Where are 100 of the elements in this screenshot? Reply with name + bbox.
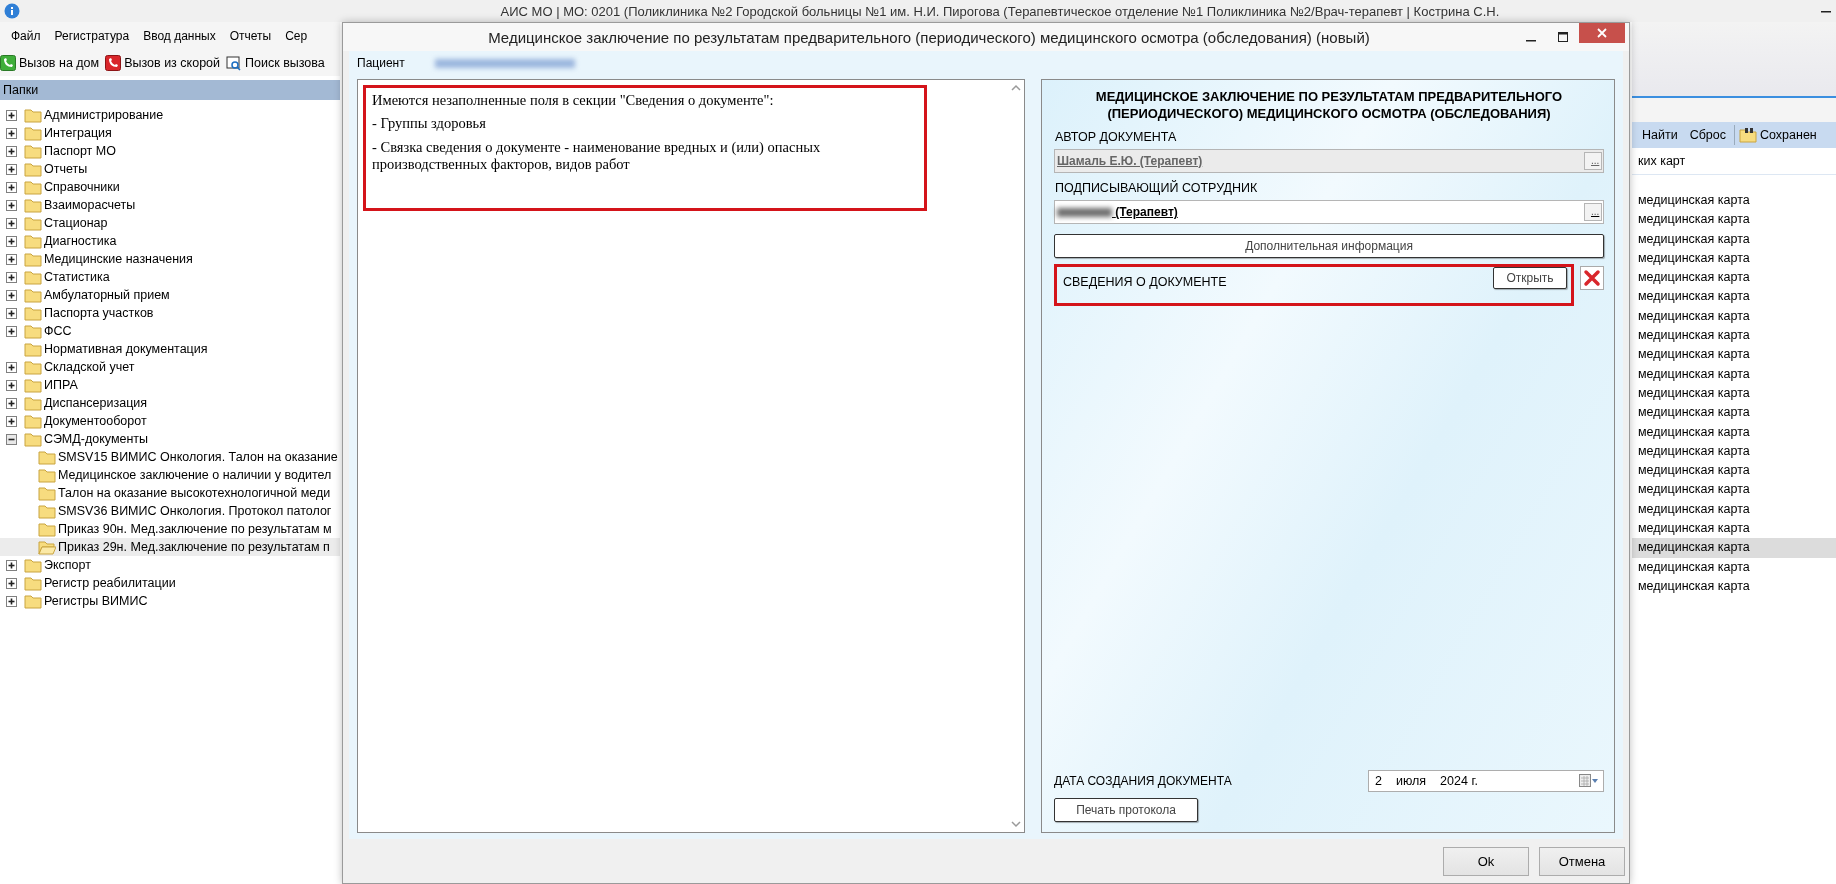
list-row[interactable]: медицинская карта	[1632, 268, 1836, 288]
dialog-button[interactable]: Ok	[1443, 846, 1529, 876]
expand-icon[interactable]	[6, 181, 17, 193]
list-row[interactable]: медицинская карта	[1632, 519, 1836, 539]
list-row[interactable]: медицинская карта	[1632, 441, 1836, 462]
scroll-up-icon[interactable]	[1011, 84, 1021, 91]
maximize-icon[interactable]	[1558, 32, 1568, 42]
tree-item[interactable]: Приказ 29н. Мед.заключение по результатам п	[0, 538, 340, 556]
tree-item[interactable]: Складской учет	[0, 358, 340, 376]
menu-item[interactable]: Регистратура	[47, 29, 137, 43]
list-row[interactable]: медицинская карта	[1632, 461, 1836, 481]
tree-item[interactable]: ФСС	[0, 322, 340, 340]
list-row[interactable]: медицинская карта	[1632, 480, 1836, 500]
menu-item[interactable]: Сер	[278, 29, 315, 43]
list-row[interactable]: медицинская карта	[1632, 210, 1836, 230]
calendar-dropdown-icon[interactable]	[1579, 774, 1599, 788]
toolbar-button[interactable]: Сохранен	[1739, 127, 1817, 143]
list-row[interactable]: медицинская карта	[1632, 383, 1836, 404]
toolbar-button[interactable]: Найти	[1638, 128, 1682, 142]
list-row[interactable]: медицинская карта	[1632, 403, 1836, 423]
list-row[interactable]: медицинская карта	[1632, 422, 1836, 442]
print-button[interactable]: Печать протокола	[1054, 798, 1198, 822]
toolbar-button[interactable]: Вызов на дом	[0, 55, 100, 71]
tree-item[interactable]: Медицинские назначения	[0, 250, 340, 268]
tree-item[interactable]: Отчеты	[0, 160, 340, 178]
expand-icon[interactable]	[6, 127, 17, 139]
date-field[interactable]: 2 июля 2024 г.	[1368, 770, 1604, 792]
expand-icon[interactable]	[6, 559, 17, 571]
tree-item[interactable]: Регистр реабилитации	[0, 574, 340, 592]
tree-item[interactable]: SMSV36 ВИМИС Онкология. Протокол патолог	[0, 502, 340, 520]
toolbar-button[interactable]: Поиск вызова	[226, 55, 325, 71]
tree-item[interactable]: Диспансеризация	[0, 394, 340, 412]
expand-icon[interactable]	[6, 109, 17, 121]
tree-item[interactable]: Диагностика	[0, 232, 340, 250]
list-row[interactable]: медицинская карта	[1632, 499, 1836, 520]
list-row[interactable]: медицинская карта	[1632, 364, 1836, 384]
list-row[interactable]: медицинская карта	[1632, 229, 1836, 249]
expand-icon[interactable]	[6, 577, 17, 589]
tree-item[interactable]: Медицинское заключение о наличии у водител	[0, 466, 340, 484]
tree-item[interactable]: Взаиморасчеты	[0, 196, 340, 214]
tree-item[interactable]: ИПРА	[0, 376, 340, 394]
tree-item[interactable]: Паспорта участков	[0, 304, 340, 322]
expand-icon[interactable]	[6, 253, 17, 265]
dialog-title: Медицинское заключение по результатам предварительного (периодического) медицинского осмотра (обследования) (новый)	[487, 28, 1371, 46]
expand-icon[interactable]	[6, 595, 17, 607]
list-row[interactable]: медицинская карта	[1632, 287, 1836, 307]
employee-field[interactable]: (Терапевт) ...	[1054, 200, 1604, 224]
list-row[interactable]: медицинская карта	[1632, 345, 1836, 365]
menu-item[interactable]: Файл	[4, 29, 48, 43]
tree-item[interactable]: SMSV15 ВИМИС Онкология. Талон на оказание	[0, 448, 340, 466]
list-row[interactable]: медицинская карта	[1632, 326, 1836, 346]
open-button[interactable]: Открыть	[1493, 267, 1567, 289]
tree-item[interactable]: Регистры ВИМИС	[0, 592, 340, 610]
list-row[interactable]: медицинская карта	[1632, 248, 1836, 269]
tree-item[interactable]: Приказ 90н. Мед.заключение по результатам м	[0, 520, 340, 538]
tree-item[interactable]: Паспорт МО	[0, 142, 340, 160]
toolbar-button[interactable]: Вызов из скорой	[105, 55, 221, 71]
expand-icon[interactable]	[6, 235, 17, 247]
collapse-icon[interactable]	[6, 433, 17, 445]
list-row[interactable]: медицинская карта	[1632, 576, 1836, 597]
close-button[interactable]	[1579, 23, 1625, 43]
expand-icon[interactable]	[6, 361, 17, 373]
tree-item[interactable]: Статистика	[0, 268, 340, 286]
tree-item[interactable]: Амбулаторный прием	[0, 286, 340, 304]
list-row[interactable]: медицинская карта	[1632, 557, 1836, 577]
scroll-down-icon[interactable]	[1011, 821, 1021, 828]
expand-icon[interactable]	[6, 325, 17, 337]
info-icon	[4, 3, 20, 19]
tree-item[interactable]: Администрирование	[0, 106, 340, 124]
expand-icon[interactable]	[6, 145, 17, 157]
menu-item[interactable]: Ввод данных	[136, 29, 223, 43]
expand-icon[interactable]	[6, 307, 17, 319]
expand-icon[interactable]	[6, 199, 17, 211]
expand-icon[interactable]	[6, 271, 17, 283]
tree-item[interactable]: Нормативная документация	[0, 340, 340, 358]
tree-item[interactable]: Талон на оказание высокотехнологичной меди	[0, 484, 340, 502]
menu-item[interactable]: Отчеты	[222, 29, 279, 43]
tree-item[interactable]: Интеграция	[0, 124, 340, 142]
expand-icon[interactable]	[6, 415, 17, 427]
tree-item[interactable]: Документооборот	[0, 412, 340, 430]
info-button[interactable]: Дополнительная информация	[1054, 234, 1604, 258]
expand-icon[interactable]	[6, 217, 17, 229]
expand-icon[interactable]	[6, 163, 17, 175]
date-year: 2024 г.	[1440, 774, 1478, 788]
field-label: Пациент	[357, 56, 405, 70]
tree-item[interactable]: Стационар	[0, 214, 340, 232]
tree-item[interactable]: СЭМД-документы	[0, 430, 340, 448]
dialog-button[interactable]: Отмена	[1539, 846, 1625, 876]
search-icon	[226, 55, 243, 71]
expand-icon[interactable]	[6, 397, 17, 409]
delete-icon[interactable]	[1580, 266, 1604, 290]
expand-icon[interactable]	[6, 379, 17, 391]
expand-icon[interactable]	[6, 289, 17, 301]
browse-button[interactable]: ...	[1584, 203, 1602, 221]
tree-item[interactable]: Справочники	[0, 178, 340, 196]
list-row[interactable]: медицинская карта	[1632, 191, 1836, 211]
list-row[interactable]: медицинская карта	[1632, 306, 1836, 327]
toolbar-button[interactable]: Сброс	[1685, 128, 1730, 142]
list-row[interactable]: медицинская карта	[1632, 538, 1836, 558]
tree-item[interactable]: Экспорт	[0, 556, 340, 574]
